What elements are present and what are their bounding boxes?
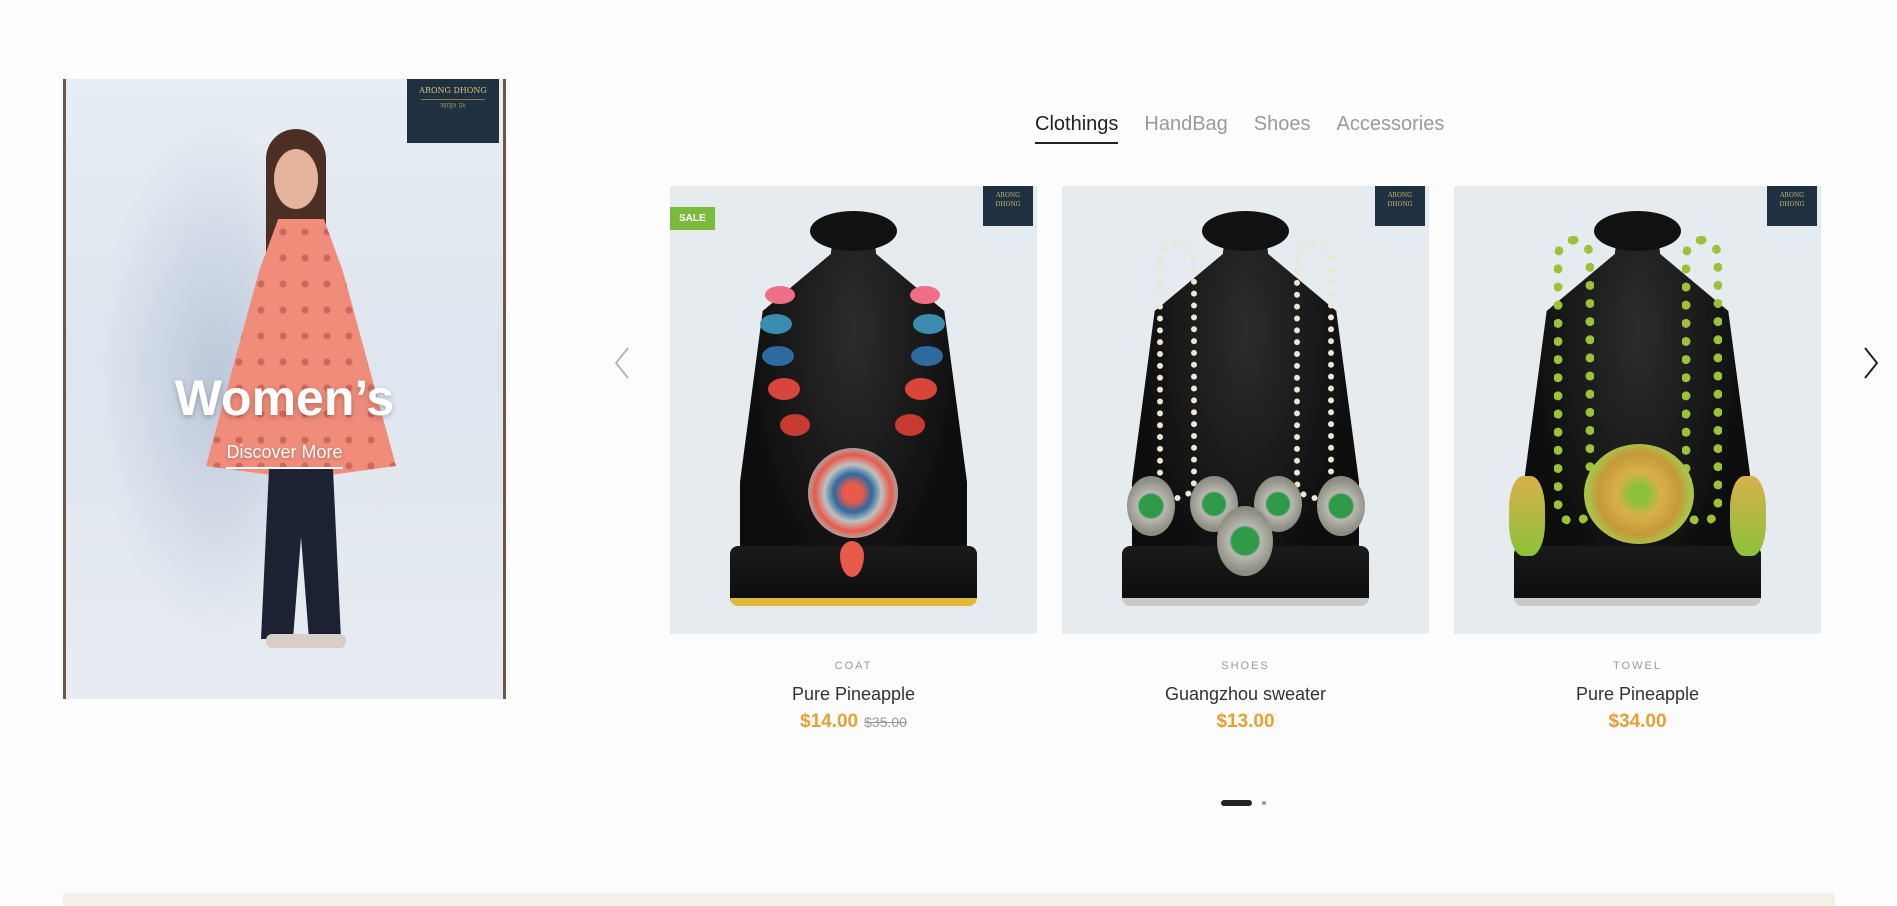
earring [1509,476,1545,556]
necklace-bead [913,314,945,334]
pearl-strand [1157,241,1197,501]
green-pendant [1217,506,1273,576]
necklace-bead [762,346,794,366]
carousel-prev-button[interactable] [612,345,632,381]
tab-clothings[interactable]: Clothings [1035,113,1119,144]
old-price: $35.00 [864,714,907,730]
product-card[interactable]: ARONG DHONG SHOES Guangzhou sweater $13.… [1062,186,1429,733]
product-image[interactable]: ARONG DHONG [1454,186,1821,634]
chevron-left-icon [614,347,629,379]
bust-neck [810,211,897,251]
product-image[interactable]: ARONG DHONG [1062,186,1429,634]
brand-logo-text: ARONG DHONG [419,86,487,95]
tab-handbag[interactable]: HandBag [1144,113,1227,144]
womens-banner[interactable]: ARONG DHONG আড়ং ঢং Women’s Discover Mor… [63,79,506,699]
current-price: $13.00 [1216,711,1275,732]
green-pendant [1317,476,1365,536]
product-card[interactable]: ARONG DHONG SALE COAT Pure Pineapple $14… [670,186,1037,733]
necklace-bead [910,286,940,304]
product-price: $14.00 $35.00 [670,711,1037,733]
bust-display [740,216,967,596]
carousel-next-button[interactable] [1861,345,1881,381]
product-name[interactable]: Guangzhou sweater [1062,684,1429,705]
brand-logo: ARONG DHONG [1767,186,1817,226]
brand-logo: ARONG DHONG আড়ং ঢং [407,79,499,143]
sale-badge: SALE [670,207,715,230]
current-price: $14.00 [800,711,859,732]
necklace-bead [760,314,792,334]
model-face [274,149,318,209]
necklace-bead [905,378,937,400]
product-category: TOWEL [1613,660,1662,672]
product-image[interactable]: ARONG DHONG SALE [670,186,1037,634]
discover-more-link[interactable]: Discover More [226,442,343,469]
brand-logo: ARONG DHONG [1375,186,1425,226]
necklace-bead [765,286,795,304]
discover-more-wrap: Discover More [66,442,503,469]
bust-neck [1202,211,1289,251]
current-price: $34.00 [1608,711,1667,732]
necklace-bead [911,346,943,366]
product-name[interactable]: Pure Pineapple [670,684,1037,705]
banner-title: Women’s [174,370,395,426]
brand-logo-subtext: আড়ং ঢং [421,99,485,112]
product-category: SHOES [1221,660,1270,672]
chevron-right-icon [1864,347,1879,379]
footer-band [63,893,1835,906]
necklace-bead [780,414,810,436]
bust-neck [1594,211,1681,251]
product-price: $13.00 [1062,711,1429,733]
brand-logo: ARONG DHONG [983,186,1033,226]
product-price: $34.00 [1454,711,1821,733]
tab-accessories[interactable]: Accessories [1337,113,1445,144]
product-card[interactable]: ARONG DHONG TOWEL Pure Pineapple $34.00 [1454,186,1821,733]
necklace-bead [768,378,800,400]
green-pendant [1127,476,1175,536]
necklace-pendant [808,448,898,538]
bust-stand [1514,546,1761,606]
model-shoes [266,634,346,648]
model-pants [261,469,341,639]
earring [1730,476,1766,556]
pearl-strand [1294,241,1334,501]
dress-pattern [206,219,396,479]
necklace-bead [895,414,925,436]
product-name[interactable]: Pure Pineapple [1454,684,1821,705]
carousel-pagination [1221,800,1266,806]
gold-pendant [1584,444,1694,544]
tab-shoes[interactable]: Shoes [1254,113,1311,144]
pagination-dot-2[interactable] [1262,801,1266,805]
product-category: COAT [834,660,873,672]
pagination-dot-1[interactable] [1221,800,1252,806]
category-tabs: Clothings HandBag Shoes Accessories [1035,113,1444,144]
